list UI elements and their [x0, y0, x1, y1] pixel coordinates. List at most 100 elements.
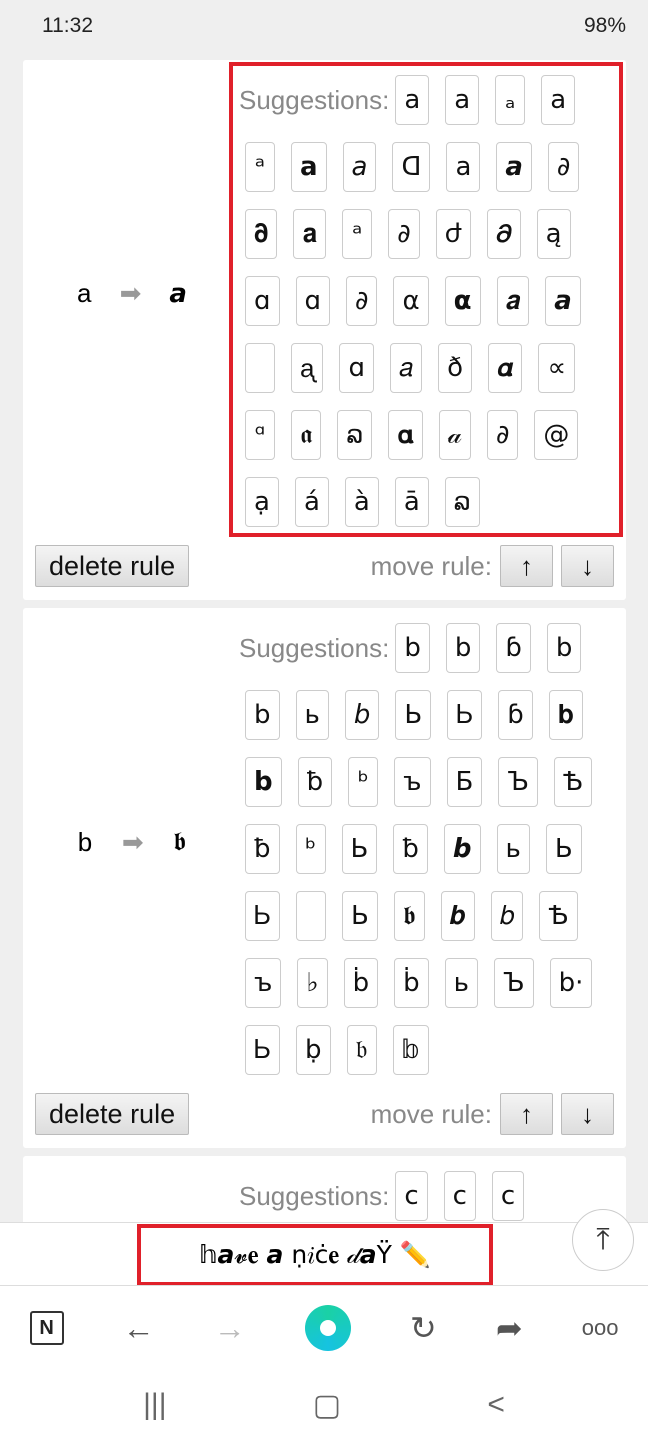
suggestion-chip[interactable]: á — [294, 477, 329, 527]
suggestion-chip[interactable]: Б — [446, 757, 483, 807]
suggestion-chip[interactable]: ∂ — [346, 276, 378, 326]
suggestion-chip[interactable]: ລ — [444, 477, 480, 527]
suggestion-chip[interactable]: ɓ — [498, 690, 533, 740]
suggestion-chip[interactable] — [296, 891, 327, 941]
suggestion-chip[interactable]: ꓷ — [392, 142, 431, 192]
suggestion-chip[interactable]: ∂ — [486, 410, 519, 460]
more-icon[interactable]: ooo — [582, 1315, 619, 1341]
suggestion-chip[interactable]: Ъ — [494, 958, 534, 1008]
suggestion-chip[interactable]: 𝔟 — [346, 1025, 377, 1075]
suggestion-chip[interactable]: 𝒶 — [438, 410, 471, 460]
reload-icon[interactable]: ↻ — [410, 1309, 437, 1347]
suggestion-chip[interactable]: 𝛛 — [245, 209, 278, 259]
suggestion-chip[interactable]: b· — [549, 958, 593, 1008]
suggestion-chip[interactable]: ð — [438, 343, 473, 393]
suggestion-chip[interactable]: ạ — [245, 477, 279, 527]
suggestion-chip[interactable]: 𝑏 — [490, 891, 524, 941]
n-icon[interactable]: N — [29, 1311, 64, 1345]
suggestion-chip[interactable]: 𝖆 — [291, 410, 322, 460]
suggestion-chip[interactable]: 𝙗 — [443, 824, 481, 874]
suggestion-chip[interactable]: a — [446, 142, 481, 192]
share-icon[interactable]: ➦ — [496, 1309, 523, 1347]
suggestion-chip[interactable]: Ѣ — [554, 757, 593, 807]
suggestion-chip[interactable]: 𝙖 — [545, 276, 581, 326]
suggestion-chip[interactable]: 𝘢 — [342, 142, 377, 192]
suggestion-chip[interactable]: ♭ — [297, 958, 328, 1008]
suggestion-chip[interactable]: ъ — [245, 958, 282, 1008]
suggestion-chip[interactable]: 𝝏 — [486, 209, 521, 259]
suggestion-chip[interactable]: ɑ — [245, 276, 280, 326]
suggestion-chip[interactable]: ᵃ — [342, 209, 373, 259]
suggestion-chip[interactable]: ᵅ — [245, 410, 275, 460]
suggestion-chip[interactable]: b — [245, 690, 280, 740]
suggestion-chip[interactable]: ∂ — [388, 209, 420, 259]
suggestion-chip[interactable]: Ь — [395, 690, 432, 740]
suggestion-chip[interactable]: Ь — [545, 824, 582, 874]
suggestion-chip[interactable]: 𝗮 — [291, 142, 327, 192]
suggestion-chip[interactable]: ḃ — [394, 958, 429, 1008]
suggestion-chip[interactable]: Ꮟ — [447, 690, 483, 740]
suggestion-chip[interactable]: ∂ — [547, 142, 580, 192]
suggestion-chip[interactable]: ລ — [337, 410, 373, 460]
suggestion-chip[interactable]: b — [395, 623, 430, 673]
suggestion-chip[interactable]: ₐ — [495, 75, 526, 125]
home-icon[interactable]: ▢ — [313, 1388, 341, 1423]
suggestion-chip[interactable] — [245, 343, 275, 393]
suggestion-chip[interactable]: 𝐛 — [548, 690, 583, 740]
suggestion-chip[interactable]: Ꮟ — [245, 891, 281, 941]
move-up-button[interactable]: ↑ — [500, 1093, 553, 1135]
suggestion-chip[interactable]: Ь — [341, 824, 378, 874]
suggestion-chip[interactable]: 𝝰 — [444, 276, 481, 326]
suggestion-chip[interactable]: Ꮟ — [245, 1025, 281, 1075]
scroll-top-button[interactable]: ⤒ — [572, 1209, 634, 1271]
suggestion-chip[interactable]: ɑ — [295, 276, 331, 326]
suggestion-chip[interactable]: Ъ — [498, 757, 539, 807]
suggestion-chip[interactable]: b — [445, 623, 481, 673]
suggestion-chip[interactable]: a — [445, 75, 480, 125]
suggestion-chip[interactable]: b — [546, 623, 582, 673]
suggestion-chip[interactable]: 𝛂 — [388, 410, 423, 460]
suggestion-chip[interactable]: ᶏ — [291, 343, 324, 393]
suggestion-chip[interactable]: ᵃ — [245, 142, 275, 192]
suggestion-chip[interactable]: c — [491, 1171, 525, 1221]
back-icon[interactable]: ← — [123, 1310, 155, 1347]
suggestion-chip[interactable]: ƀ — [297, 757, 333, 807]
delete-rule-button[interactable]: delete rule — [35, 1093, 190, 1135]
output-text[interactable]: 𝕙𝙖𝓿𝐞 𝙖 ṇ𝑖ċ𝐞 𝒹𝙖Ÿ ✏️ — [137, 1224, 493, 1286]
suggestion-chip[interactable]: ∝ — [538, 343, 576, 393]
suggestion-chip[interactable]: ƀ — [245, 824, 280, 874]
suggestion-chip[interactable]: ь — [496, 824, 530, 874]
suggestion-chip[interactable]: 𝒃 — [440, 891, 475, 941]
suggestion-chip[interactable]: a — [541, 75, 576, 125]
suggestion-chip[interactable]: 𝒂 — [496, 276, 530, 326]
suggestion-chip[interactable]: ᵇ — [348, 757, 379, 807]
suggestion-chip[interactable]: ь — [295, 690, 329, 740]
suggestion-chip[interactable]: ь — [444, 958, 478, 1008]
suggestion-chip[interactable]: ā — [394, 477, 429, 527]
recents-icon[interactable]: ||| — [143, 1388, 166, 1422]
suggestion-chip[interactable]: c — [395, 1171, 428, 1221]
suggestion-chip[interactable]: à — [344, 477, 379, 527]
suggestion-chip[interactable]: 𝙖 — [496, 142, 532, 192]
move-down-button[interactable]: ↓ — [561, 545, 614, 587]
suggestion-chip[interactable]: ƀ — [393, 824, 428, 874]
suggestion-chip[interactable]: 𝜶 — [488, 343, 523, 393]
suggestion-chip[interactable]: ḅ — [296, 1025, 331, 1075]
suggestion-chip[interactable]: 𝘣 — [344, 690, 380, 740]
move-up-button[interactable]: ↑ — [500, 545, 553, 587]
suggestion-chip[interactable]: 𝐚 — [293, 209, 327, 259]
suggestion-chip[interactable]: ɓ — [496, 623, 531, 673]
nav-back-icon[interactable]: < — [487, 1388, 505, 1422]
suggestion-chip[interactable]: ъ — [394, 757, 431, 807]
move-down-button[interactable]: ↓ — [561, 1093, 614, 1135]
suggestion-chip[interactable]: ḃ — [343, 958, 379, 1008]
suggestion-chip[interactable]: 𝗯 — [245, 757, 282, 807]
suggestion-chip[interactable]: α — [393, 276, 429, 326]
suggestion-chip[interactable]: a — [395, 75, 430, 125]
suggestion-chip[interactable]: 𝕓 — [392, 1025, 429, 1075]
home-button[interactable] — [304, 1305, 351, 1351]
suggestion-chip[interactable]: ժ — [435, 209, 471, 259]
suggestion-chip[interactable]: 𝖇 — [393, 891, 425, 941]
forward-icon[interactable]: → — [214, 1310, 246, 1347]
suggestion-chip[interactable]: @ — [534, 410, 579, 460]
